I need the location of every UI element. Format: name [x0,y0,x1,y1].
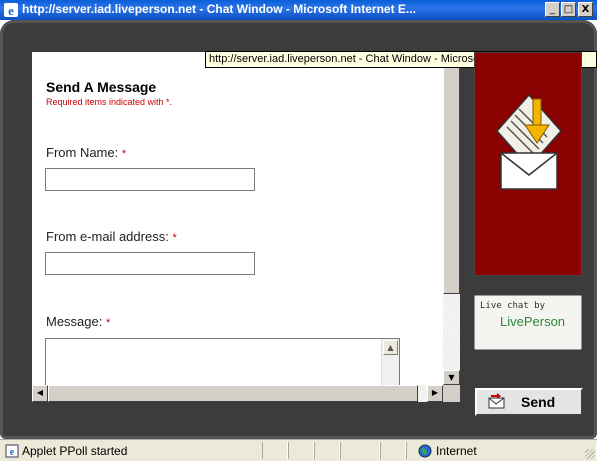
scroll-up-arrow-icon[interactable]: ▲ [383,340,398,355]
live-chat-by-text: Live chat by [480,301,546,311]
vertical-scroll-thumb[interactable] [443,52,460,294]
message-form: Send A Message Required items indicated … [32,52,443,385]
scrollbar-corner [443,385,460,402]
status-cell [262,442,288,459]
svg-text:e: e [8,3,14,18]
required-marker: * [121,148,127,160]
required-marker: * [172,232,177,244]
liveperson-logo: LivePerson [500,314,566,329]
vertical-scrollbar[interactable]: ▼ [443,52,460,385]
zone-cell [406,442,597,459]
maximize-button[interactable]: □ [561,2,576,17]
ie-icon: e [4,3,18,18]
scroll-left-arrow-icon[interactable]: ◀ [32,385,48,402]
from-name-input[interactable] [45,168,255,191]
textarea-scrollbar[interactable]: ▲ [381,339,399,385]
scroll-right-arrow-icon[interactable]: ▶ [427,385,443,402]
brand-panel [474,52,582,276]
form-title: Send A Message [46,79,157,95]
required-note: Required items indicated with *. [46,97,173,107]
from-name-label-text: From Name: [46,145,119,160]
send-icon [488,393,505,409]
from-email-input[interactable] [45,252,255,275]
page-icon: e [5,444,19,458]
from-email-label-text: From e-mail address: [46,229,169,244]
status-cell [340,442,380,459]
svg-text:e: e [10,447,15,458]
close-button[interactable]: X [578,2,593,17]
scroll-down-arrow-icon[interactable]: ▼ [443,370,460,385]
status-cell [314,442,340,459]
from-email-label: From e-mail address: * [46,229,177,244]
minimize-button[interactable]: _ [545,2,560,17]
message-textarea[interactable]: ▲ [45,338,400,385]
zone-text: Internet [436,444,477,458]
from-name-label: From Name: * [46,145,126,160]
required-marker: * [106,317,111,329]
horizontal-scroll-thumb[interactable] [48,385,418,402]
globe-icon [418,444,432,458]
message-label: Message: * [46,314,110,329]
status-text: Applet PPoll started [22,444,128,458]
send-button[interactable]: Send [475,388,583,416]
horizontal-scrollbar[interactable]: ◀ ▶ [32,385,443,402]
title-bar[interactable]: e http://server.iad.liveperson.net - Cha… [0,0,597,20]
envelope-icon [495,93,563,190]
liveperson-badge[interactable]: Live chat by LivePerson [474,295,582,350]
resize-grip[interactable] [585,449,595,459]
message-label-text: Message: [46,314,103,329]
send-label: Send [521,394,556,410]
status-bar: e Applet PPoll started Internet [0,439,597,461]
status-cell [380,442,406,459]
window-title: http://server.iad.liveperson.net - Chat … [22,2,416,16]
status-cell [288,442,314,459]
